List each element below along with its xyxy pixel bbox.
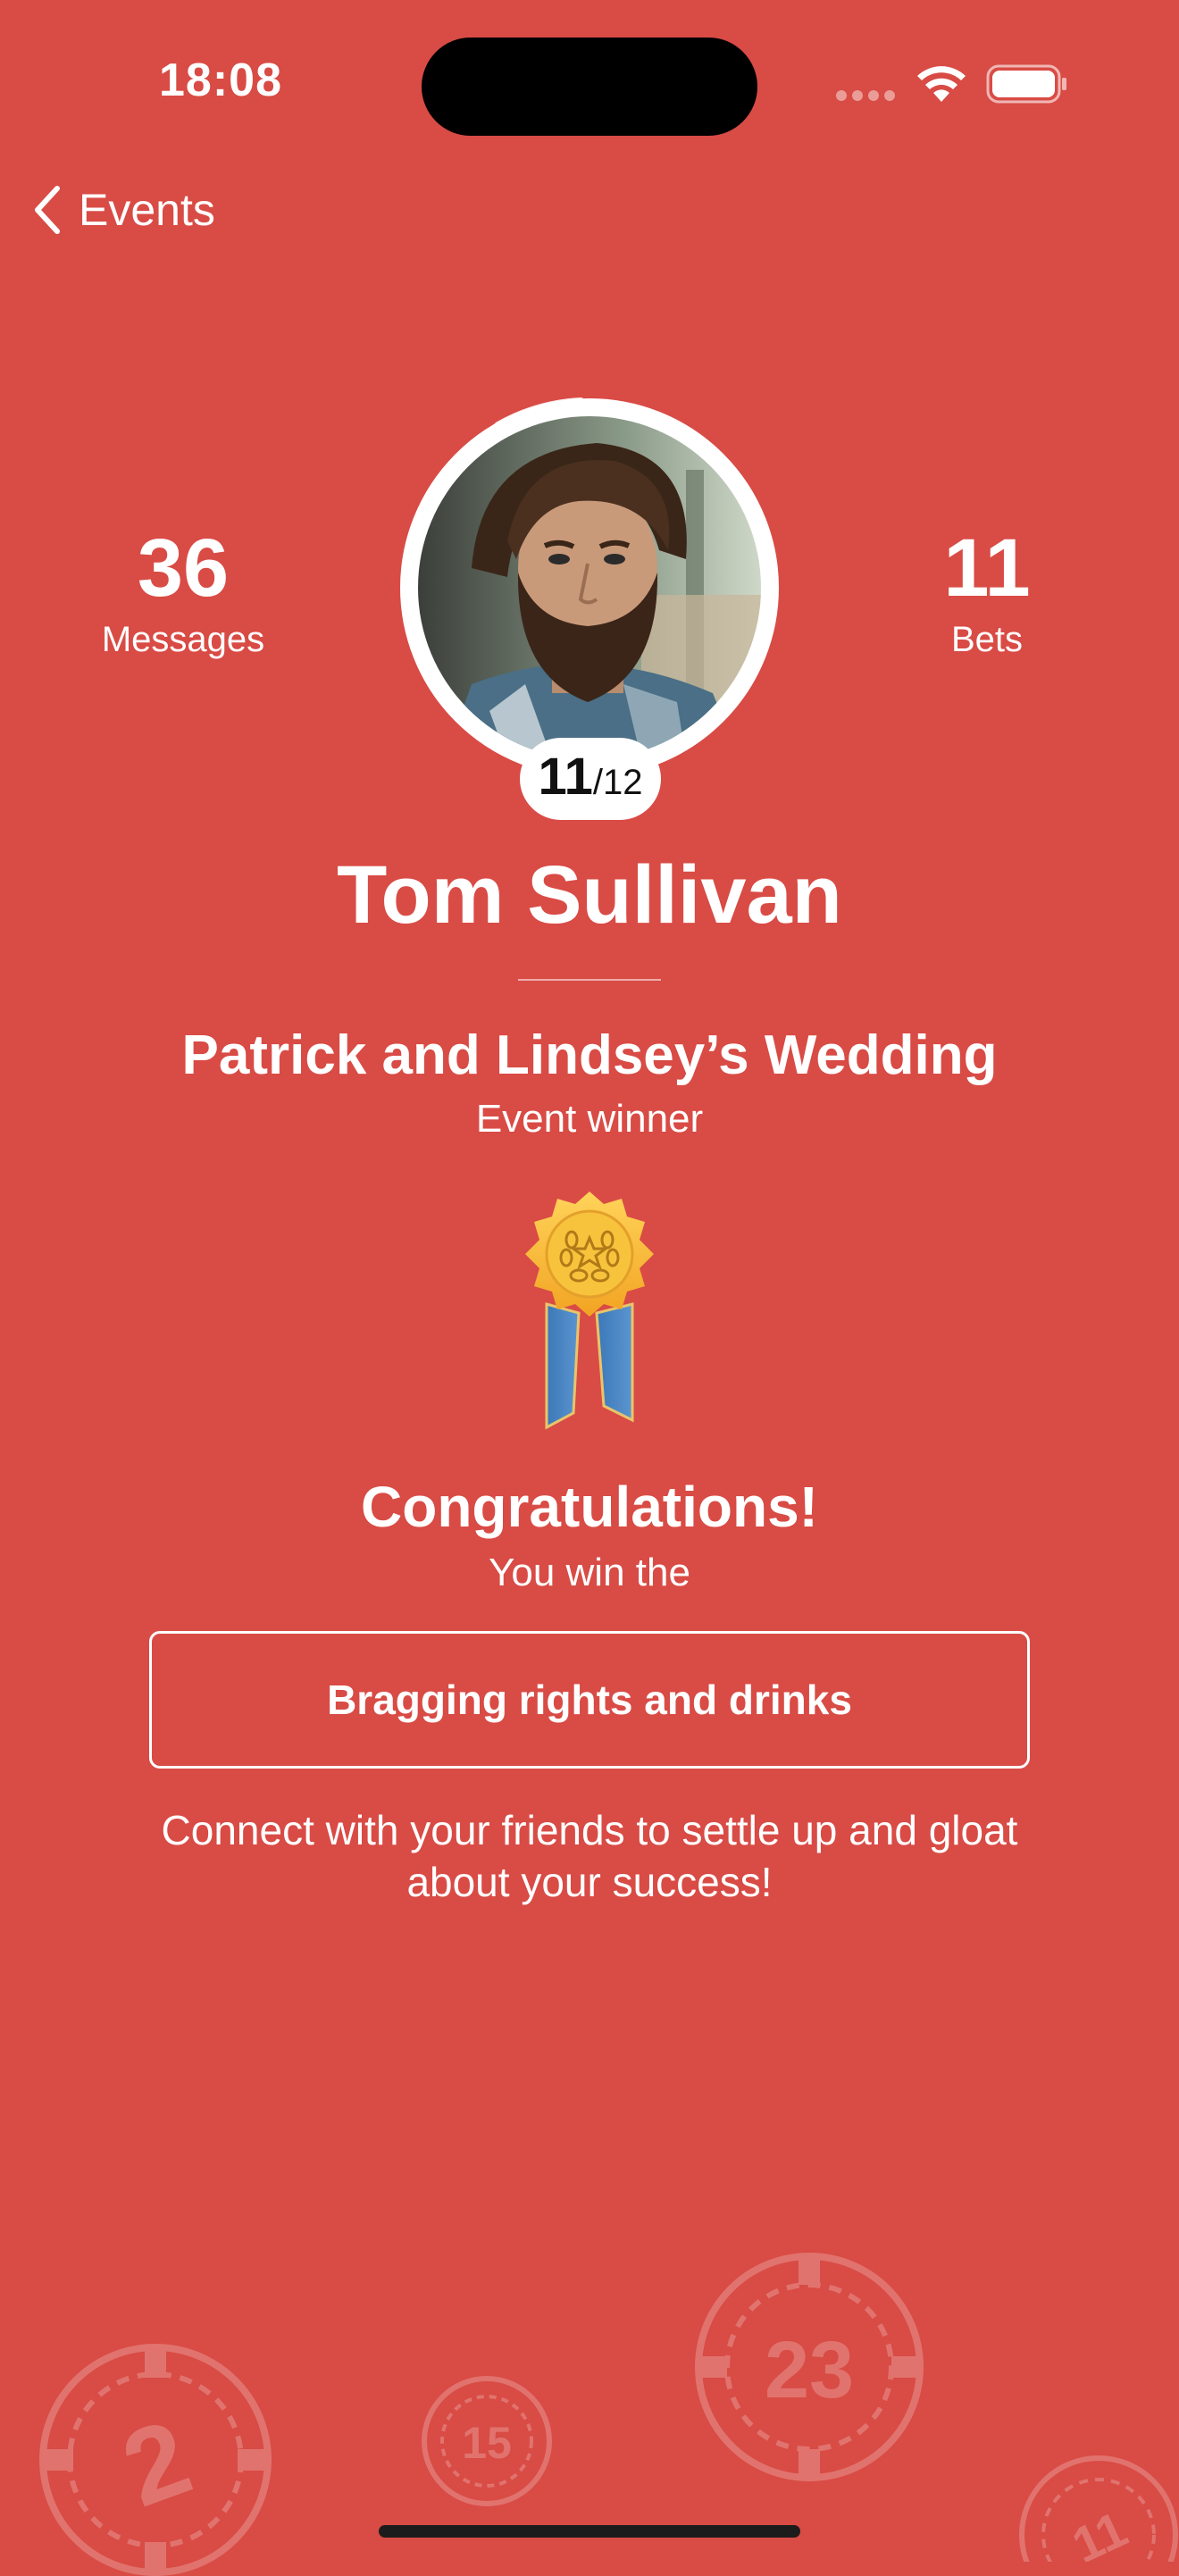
messages-stat: 36 Messages <box>71 527 295 660</box>
event-title: Patrick and Lindsey’s Wedding <box>181 1025 998 1086</box>
medal-icon <box>525 1192 654 1430</box>
wifi-icon <box>917 66 966 102</box>
bets-count: 11 <box>943 523 1031 614</box>
poker-chip-icon: 15 <box>422 2376 552 2506</box>
poker-chip-icon: 2 <box>39 2344 272 2576</box>
back-label: Events <box>79 185 215 235</box>
chip-number: 2 <box>108 2396 205 2530</box>
bets-label: Bets <box>950 620 1024 659</box>
chevron-left-icon <box>35 186 60 234</box>
congrats-heading: Congratulations! <box>361 1475 818 1539</box>
battery-icon <box>986 64 1066 104</box>
event-subtitle: Event winner <box>475 1097 704 1141</box>
cellular-signal-icon <box>836 90 897 101</box>
bets-stat: 11 Bets <box>884 527 1090 660</box>
win-text: You win the <box>489 1551 690 1594</box>
status-time: 18:08 <box>159 54 282 106</box>
score-progress-ring <box>494 397 585 431</box>
connect-message: Connect with your friends to settle up a… <box>161 1807 1018 1905</box>
back-button[interactable]: Events <box>30 179 215 241</box>
home-indicator[interactable] <box>379 2525 800 2538</box>
poker-chip-icon: 23 <box>695 2253 924 2481</box>
poker-chip-icon: 11 <box>1019 2455 1178 2562</box>
messages-label: Messages <box>101 620 265 659</box>
chip-number: 23 <box>765 2326 854 2415</box>
divider <box>518 979 661 981</box>
messages-count: 36 <box>137 523 230 614</box>
chip-number: 11 <box>1064 2500 1135 2562</box>
user-name: Tom Sullivan <box>337 849 842 941</box>
chip-number: 15 <box>462 2418 512 2468</box>
dynamic-island <box>422 38 757 136</box>
score-correct: 11 <box>538 748 593 806</box>
score-total: /12 <box>592 763 643 802</box>
score-badge: 11 /12 <box>520 738 661 820</box>
prize-box[interactable]: Bragging rights and drinks <box>149 1631 1030 1769</box>
